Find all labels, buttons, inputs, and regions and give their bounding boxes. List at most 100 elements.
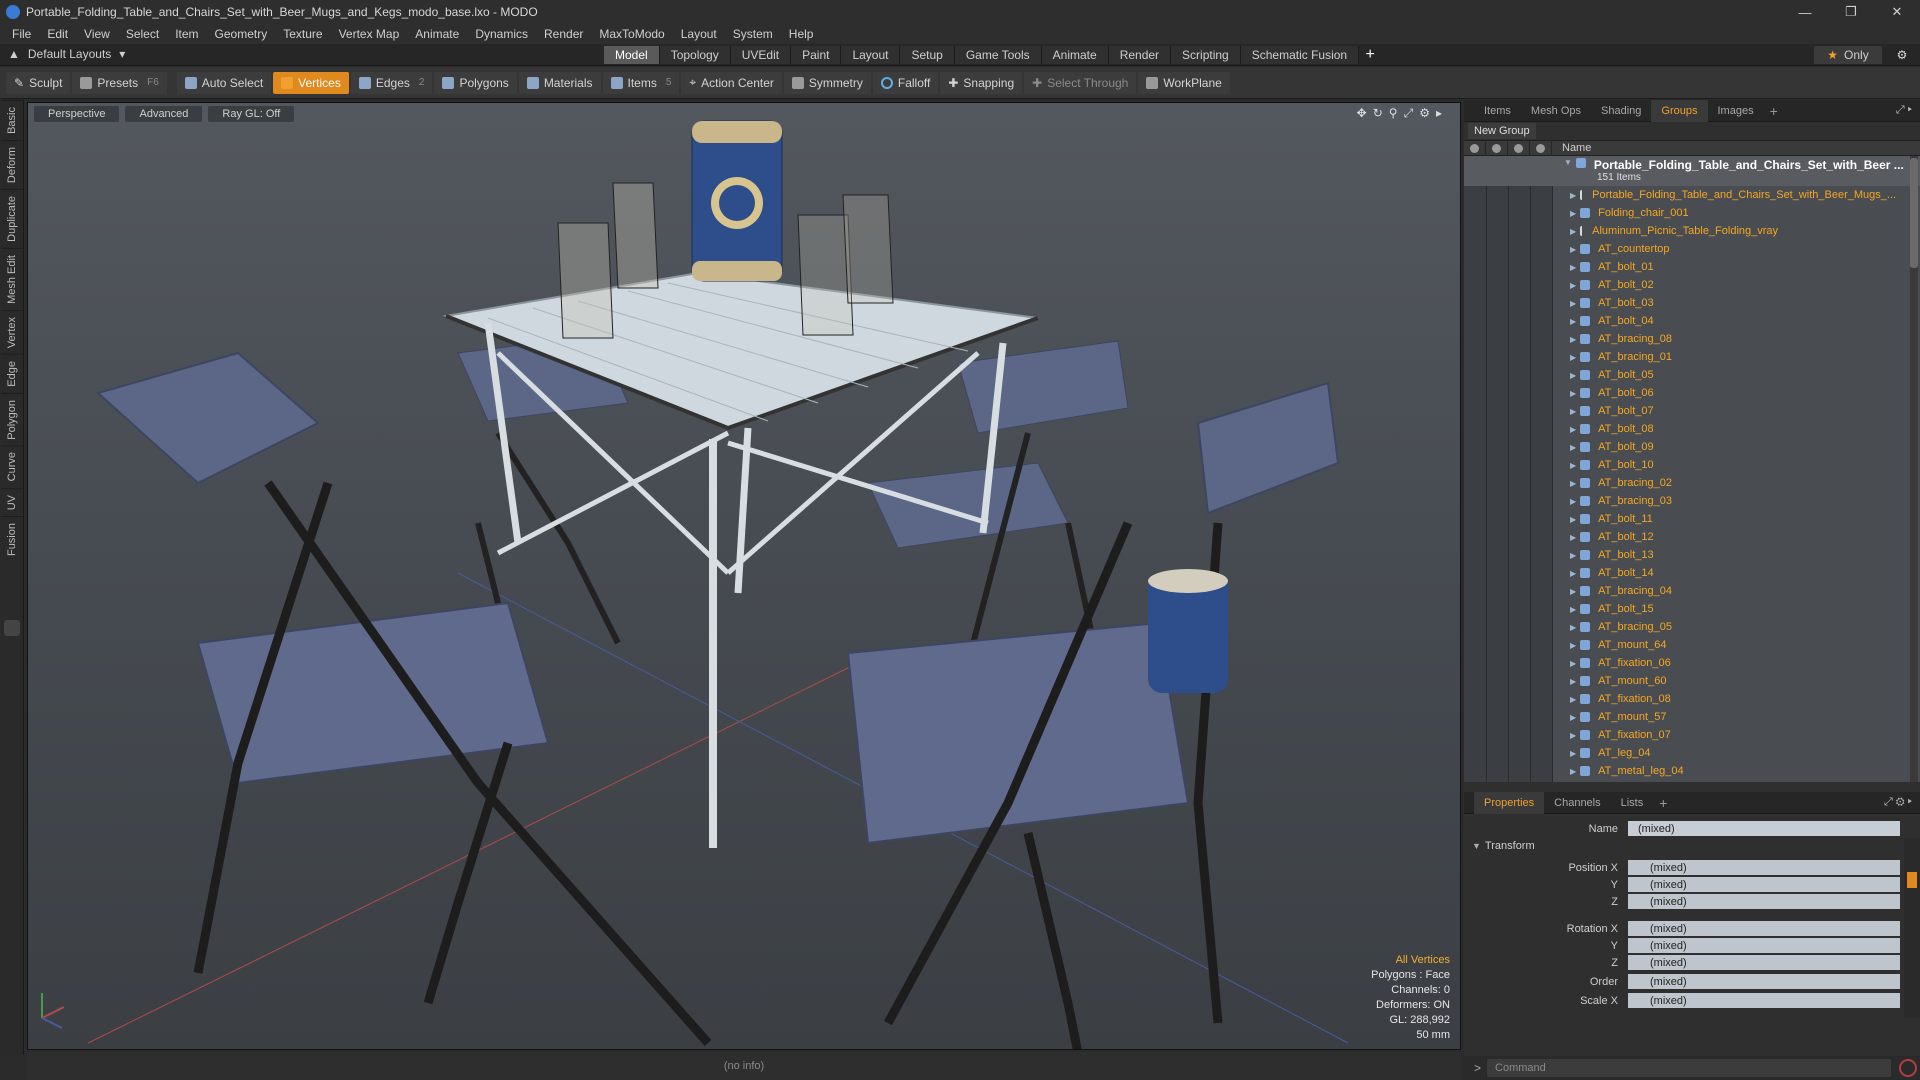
tab-animate[interactable]: Animate [1041, 46, 1109, 64]
expand-triangle-icon[interactable]: ▶ [1570, 677, 1576, 686]
group-item-row[interactable]: ▶ AT_bolt_05 [1464, 366, 1920, 384]
menu-animate[interactable]: Animate [407, 27, 467, 41]
edges-button[interactable]: Edges 2 [350, 71, 433, 94]
visibility-column-icon[interactable] [1464, 140, 1486, 156]
polygons-button[interactable]: Polygons [434, 71, 517, 94]
group-item-row[interactable]: ▶ Aluminum_Picnic_Table_Folding_vray [1464, 222, 1920, 240]
expand-triangle-icon[interactable]: ▶ [1570, 227, 1576, 236]
add-panel-tab-icon[interactable]: + [1764, 103, 1784, 119]
expand-triangle-icon[interactable]: ▶ [1570, 389, 1576, 398]
command-record-icon[interactable] [1899, 1059, 1918, 1077]
expand-triangle-icon[interactable]: ▶ [1570, 317, 1576, 326]
expand-triangle-icon[interactable]: ▶ [1570, 749, 1576, 758]
group-item-row[interactable]: ▶ AT_bolt_03 [1464, 294, 1920, 312]
rotation-z-field[interactable]: (mixed) [1628, 955, 1900, 970]
group-item-row[interactable]: ▶ AT_bolt_09 [1464, 438, 1920, 456]
tab-game-tools[interactable]: Game Tools [954, 46, 1042, 64]
position-z-field[interactable]: (mixed) [1628, 894, 1900, 909]
expand-triangle-icon[interactable]: ▶ [1570, 425, 1576, 434]
only-toggle[interactable]: ★ Only [1814, 46, 1882, 64]
fit-icon[interactable]: ⤢ [1404, 106, 1414, 121]
tab-items[interactable]: Items [1474, 100, 1521, 122]
tab-uvedit[interactable]: UVEdit [730, 46, 792, 64]
name-field[interactable]: (mixed) [1628, 821, 1900, 836]
position-x-field[interactable]: (mixed) [1628, 860, 1900, 875]
perspective-button[interactable]: Perspective [34, 106, 120, 122]
tab-paint[interactable]: Paint [791, 46, 842, 64]
expand-triangle-icon[interactable]: ▶ [1570, 371, 1576, 380]
group-item-row[interactable]: ▶ AT_bracing_01 [1464, 348, 1920, 366]
pan-icon[interactable]: ✥ [1357, 106, 1367, 121]
group-item-row[interactable]: ▶ AT_bolt_04 [1464, 312, 1920, 330]
sculpt-button[interactable]: ✎ Sculpt [6, 71, 71, 94]
expand-triangle-icon[interactable]: ▶ [1570, 533, 1576, 542]
group-item-row[interactable]: ▶ AT_bolt_06 [1464, 384, 1920, 402]
group-item-row[interactable]: ▶ Folding_chair_001 [1464, 204, 1920, 222]
vtab-duplicate[interactable]: Duplicate [1, 188, 23, 248]
group-item-row[interactable]: ▶ AT_mount_57 [1464, 708, 1920, 726]
menu-render[interactable]: Render [536, 27, 591, 41]
raygl-button[interactable]: Ray GL: Off [208, 106, 295, 122]
group-item-row[interactable]: ▶ Portable_Folding_Table_and_Chairs_Set_w… [1464, 186, 1920, 204]
group-item-row[interactable]: ▶ AT_bolt_12 [1464, 528, 1920, 546]
lock-column-icon[interactable] [1508, 140, 1530, 156]
group-item-row[interactable]: ▶ AT_mount_60 [1464, 672, 1920, 690]
tab-scripting[interactable]: Scripting [1171, 46, 1241, 64]
position-y-field[interactable]: (mixed) [1628, 877, 1900, 892]
vtab-vertex[interactable]: Vertex [1, 309, 23, 354]
expand-triangle-icon[interactable]: ▶ [1570, 263, 1576, 272]
menu-file[interactable]: File [4, 27, 39, 41]
expand-triangle-icon[interactable]: ▶ [1570, 479, 1576, 488]
render-column-icon[interactable] [1486, 140, 1508, 156]
tab-lists[interactable]: Lists [1611, 792, 1654, 814]
restore-icon[interactable]: ❐ [1828, 0, 1874, 24]
rotate-icon[interactable]: ↻ [1373, 106, 1383, 121]
viewport-gear-icon[interactable]: ⚙ [1419, 106, 1430, 121]
vtab-basic[interactable]: Basic [1, 100, 23, 140]
tab-schematic-fusion[interactable]: Schematic Fusion [1240, 46, 1360, 64]
vtab-uv[interactable]: UV [1, 487, 23, 517]
group-item-row[interactable]: ▶ AT_bracing_02 [1464, 474, 1920, 492]
expand-triangle-icon[interactable]: ▶ [1570, 515, 1576, 524]
rotation-y-field[interactable]: (mixed) [1628, 938, 1900, 953]
expand-triangle-icon[interactable]: ▶ [1570, 713, 1576, 722]
properties-expand-icon[interactable]: ⤢ ⚙ ▸ [1884, 796, 1920, 809]
vertices-button[interactable]: Vertices [273, 71, 349, 94]
expand-triangle-icon[interactable]: ▶ [1570, 209, 1576, 218]
auto-select-button[interactable]: Auto Select [176, 71, 272, 94]
command-input[interactable]: Command [1487, 1059, 1892, 1077]
menu-item[interactable]: Item [167, 27, 206, 41]
expand-triangle-icon[interactable]: ▶ [1570, 605, 1576, 614]
menu-select[interactable]: Select [118, 27, 167, 41]
expand-triangle-icon[interactable]: ▶ [1570, 281, 1576, 290]
tab-topology[interactable]: Topology [659, 46, 731, 64]
workplane-button[interactable]: WorkPlane [1138, 71, 1230, 94]
expand-triangle-icon[interactable]: ▶ [1570, 335, 1576, 344]
falloff-button[interactable]: Falloff [872, 71, 939, 94]
expand-triangle-icon[interactable]: ▶ [1570, 461, 1576, 470]
tab-properties[interactable]: Properties [1474, 791, 1545, 814]
expand-triangle-icon[interactable]: ▶ [1570, 353, 1576, 362]
3d-viewport[interactable]: Perspective Advanced Ray GL: Off ✥ ↻ ⚲ ⤢… [27, 102, 1461, 1050]
group-item-row[interactable]: ▶ AT_bolt_15 [1464, 600, 1920, 618]
tab-images[interactable]: Images [1708, 100, 1764, 122]
expand-triangle-icon[interactable]: ▼ [1564, 158, 1572, 167]
minimize-icon[interactable]: — [1782, 0, 1828, 24]
scale-x-field[interactable]: (mixed) [1628, 993, 1900, 1008]
snapping-button[interactable]: ✚ Snapping [940, 71, 1023, 94]
transform-section[interactable]: ▼ Transform [1464, 837, 1920, 855]
vtab-mesh-edit[interactable]: Mesh Edit [1, 247, 23, 310]
expand-triangle-icon[interactable]: ▶ [1570, 497, 1576, 506]
expand-triangle-icon[interactable]: ▶ [1570, 245, 1576, 254]
group-root-row[interactable]: ▼ Portable_Folding_Table_and_Chairs_Set_… [1464, 156, 1920, 186]
expand-triangle-icon[interactable]: ▶ [1570, 299, 1576, 308]
new-group-button[interactable]: New Group [1468, 123, 1536, 139]
gear-icon[interactable]: ⚙ [1892, 46, 1912, 64]
group-item-row[interactable]: ▶ AT_bolt_11 [1464, 510, 1920, 528]
order-dropdown[interactable]: (mixed) [1628, 974, 1900, 989]
symmetry-button[interactable]: Symmetry [783, 71, 871, 94]
menu-help[interactable]: Help [781, 27, 822, 41]
side-tab-marker[interactable] [1907, 872, 1917, 888]
vtab-curve[interactable]: Curve [1, 445, 23, 488]
group-item-row[interactable]: ▶ AT_fixation_06 [1464, 654, 1920, 672]
